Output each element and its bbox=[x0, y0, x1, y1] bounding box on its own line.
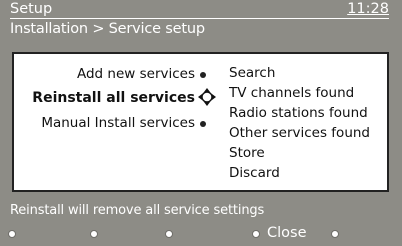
yellow-key-icon[interactable] bbox=[165, 230, 173, 238]
green-key-icon[interactable] bbox=[90, 230, 98, 238]
menu-item-reinstall-all-services[interactable]: Reinstall all services bbox=[32, 90, 195, 106]
option-search[interactable]: Search bbox=[229, 65, 275, 81]
bullet-icon bbox=[200, 72, 206, 78]
red-key-icon[interactable] bbox=[8, 230, 16, 238]
navigation-cursor-icon bbox=[198, 88, 216, 106]
bullet-icon bbox=[200, 121, 206, 127]
close-button[interactable]: Close bbox=[267, 225, 307, 241]
help-message-text: Reinstall will remove all service settin… bbox=[10, 203, 265, 218]
option-key-icon[interactable] bbox=[331, 230, 339, 238]
option-radio-stations-found: Radio stations found bbox=[229, 105, 368, 121]
service-setup-panel: Add new services Reinstall all services … bbox=[12, 52, 389, 192]
menu-column: Add new services Reinstall all services … bbox=[14, 54, 219, 190]
options-column: Search TV channels found Radio stations … bbox=[219, 54, 387, 190]
blue-key-icon[interactable] bbox=[252, 230, 260, 238]
page-title: Setup bbox=[10, 1, 53, 17]
option-store[interactable]: Store bbox=[229, 145, 265, 161]
menu-item-add-new-services[interactable]: Add new services bbox=[77, 66, 195, 82]
option-other-services-found: Other services found bbox=[229, 125, 370, 141]
color-key-bar: Close bbox=[0, 223, 402, 246]
breadcrumb: Installation > Service setup bbox=[10, 21, 205, 37]
header-divider bbox=[10, 18, 389, 19]
clock: 11:28 bbox=[347, 1, 389, 17]
option-tv-channels-found: TV channels found bbox=[229, 85, 355, 101]
header-bar: Setup 11:28 Installation > Service setup bbox=[0, 0, 402, 37]
option-discard[interactable]: Discard bbox=[229, 165, 280, 181]
menu-item-manual-install-services[interactable]: Manual Install services bbox=[41, 115, 195, 131]
help-message: Reinstall will remove all service settin… bbox=[0, 199, 402, 221]
